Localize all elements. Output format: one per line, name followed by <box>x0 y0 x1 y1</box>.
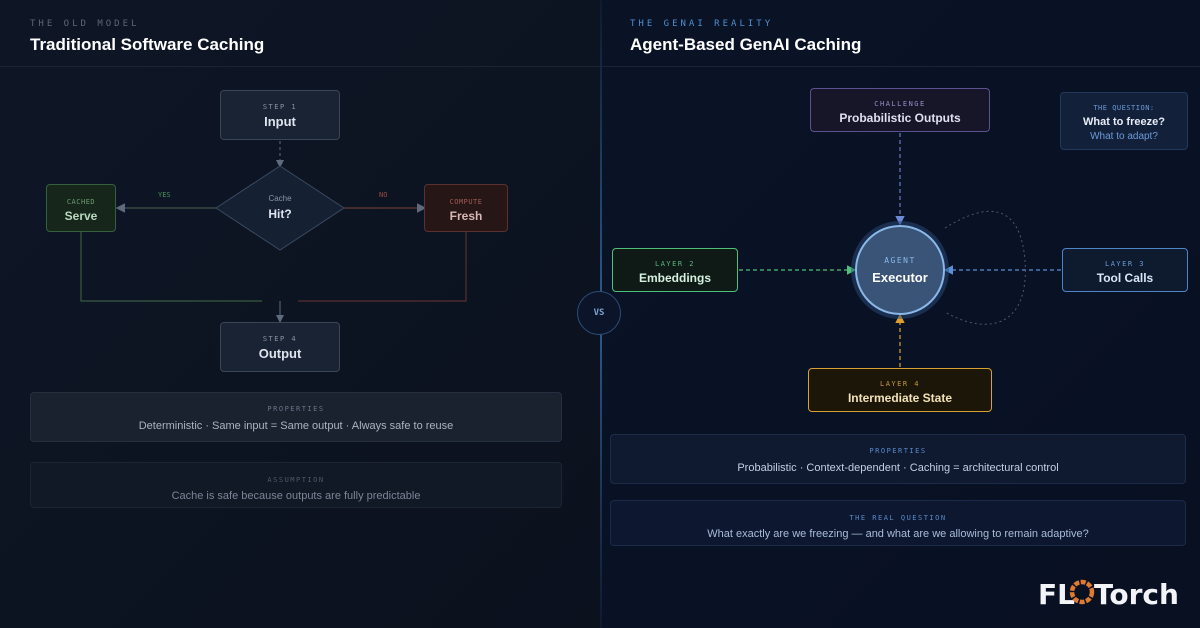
compute-small: COMPUTE <box>449 198 483 206</box>
cached-small: CACHED <box>66 198 96 206</box>
layer3-label: Tool Calls <box>1096 271 1154 285</box>
left-properties-text: Deterministic · Same input = Same output… <box>138 420 454 432</box>
layer3-box: LAYER 3 Tool Calls <box>1062 248 1188 292</box>
right-properties-heading: PROPERTIES <box>869 447 927 455</box>
left-properties-card: PROPERTIES Deterministic · Same input = … <box>30 392 562 442</box>
challenge-box: CHALLENGE Probabilistic Outputs <box>810 88 990 132</box>
layer2-label: Embeddings <box>638 271 711 285</box>
layer3-small: LAYER 3 <box>1104 260 1145 268</box>
question-small: THE QUESTION: <box>1093 104 1155 112</box>
left-properties-heading: PROPERTIES <box>267 405 325 413</box>
question-line2: What to adapt? <box>1090 131 1158 142</box>
assumption-heading: ASSUMPTION <box>267 476 325 484</box>
step1-small: STEP 1 <box>262 103 298 111</box>
question-box: THE QUESTION: What to freeze? What to ad… <box>1060 92 1188 150</box>
feedback-loop-curve <box>944 210 1026 325</box>
yes-label: YES <box>158 191 171 199</box>
assumption-text: Cache is safe because outputs are fully … <box>171 490 421 502</box>
vs-badge: VS <box>577 291 621 335</box>
step1-input-box: STEP 1 Input <box>220 90 340 140</box>
no-label: NO <box>379 191 388 199</box>
layer4-small: LAYER 4 <box>879 380 920 388</box>
step4-small: STEP 4 <box>262 335 298 343</box>
challenge-small: CHALLENGE <box>874 100 926 108</box>
right-properties-card: PROPERTIES Probabilistic · Context-depen… <box>610 434 1186 484</box>
edge-cached-to-output <box>80 232 262 302</box>
decision-label: Hit? <box>268 207 292 221</box>
flotorch-logo: FL Torch <box>1038 576 1179 611</box>
layer4-label: Intermediate State <box>847 391 953 405</box>
assumption-card: ASSUMPTION Cache is safe because outputs… <box>30 462 562 508</box>
cached-serve-box: CACHED Serve <box>46 184 116 232</box>
svg-text:Torch: Torch <box>1094 578 1178 610</box>
real-question-heading: THE REAL QUESTION <box>849 514 947 522</box>
decision-small: Cache <box>268 194 292 203</box>
agent-small: AGENT <box>884 256 916 265</box>
agent-text: AGENT Executor <box>856 256 944 285</box>
real-question-card: THE REAL QUESTION What exactly are we fr… <box>610 500 1186 546</box>
real-question-text: What exactly are we freezing — and what … <box>707 528 1089 540</box>
cached-label: Serve <box>64 209 98 223</box>
decision-text: Cache Hit? <box>240 194 320 221</box>
compute-fresh-box: COMPUTE Fresh <box>424 184 508 232</box>
flotorch-logo-mark: FL Torch <box>1038 578 1179 611</box>
agent-label: Executor <box>872 270 928 285</box>
right-panel: THE GENAI REALITY Agent-Based GenAI Cach… <box>600 0 1200 628</box>
challenge-label: Probabilistic Outputs <box>839 111 961 125</box>
step4-output-box: STEP 4 Output <box>220 322 340 372</box>
edge-fresh-to-output <box>298 232 467 302</box>
layer2-small: LAYER 2 <box>654 260 695 268</box>
svg-text:FL: FL <box>1038 578 1075 610</box>
step4-label: Output <box>258 346 302 361</box>
step1-label: Input <box>264 114 296 129</box>
question-line1: What to freeze? <box>1083 116 1165 128</box>
layer2-box: LAYER 2 Embeddings <box>612 248 738 292</box>
compute-label: Fresh <box>449 209 483 223</box>
right-properties-text: Probabilistic · Context-dependent · Cach… <box>737 462 1059 474</box>
layer4-box: LAYER 4 Intermediate State <box>808 368 992 412</box>
left-panel: THE OLD MODEL Traditional Software Cachi… <box>0 0 600 628</box>
